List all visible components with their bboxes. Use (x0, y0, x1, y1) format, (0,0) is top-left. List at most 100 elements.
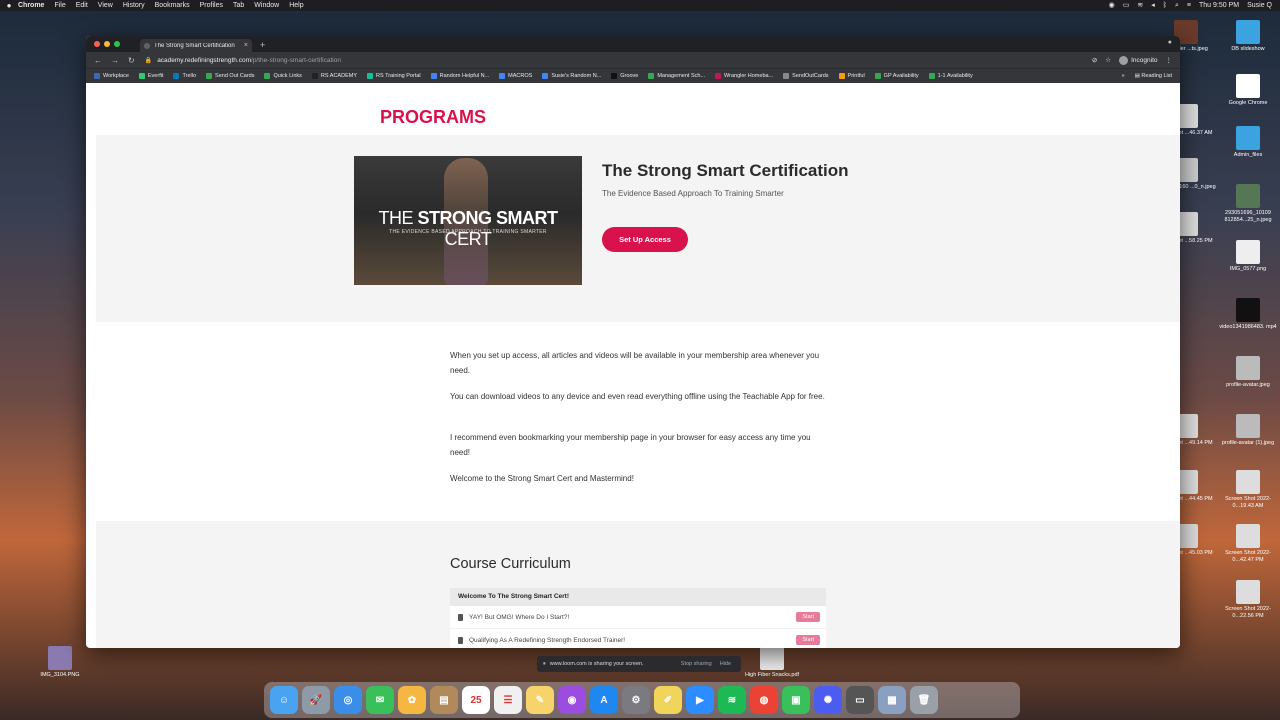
desktop-file[interactable]: IMG_3104.PNG (30, 646, 90, 679)
facetime-icon[interactable]: ▣ (782, 686, 810, 714)
new-tab-icon[interactable]: + (260, 39, 265, 52)
loom-icon[interactable]: ✺ (814, 686, 842, 714)
bookmark-item[interactable]: MACROS (499, 73, 532, 79)
desktop-file[interactable]: profile-avatar (1).jpeg (1218, 414, 1278, 447)
desktop-file[interactable]: profile-avatar.jpeg (1218, 356, 1278, 389)
bookmark-item[interactable]: Send Out Cards (206, 73, 254, 79)
calendar-icon[interactable]: 25 (462, 686, 490, 714)
messages-icon[interactable]: ✉ (366, 686, 394, 714)
desktop-file[interactable]: Screen Shot 2022-0...19.43 AM (1218, 470, 1278, 509)
stickies-icon[interactable]: ✐ (654, 686, 682, 714)
battery-icon[interactable]: ▭ (1123, 0, 1130, 11)
tab-active[interactable]: The Strong Smart Certification × (140, 39, 252, 52)
loom-status-icon[interactable]: ◉ (1109, 0, 1115, 11)
bookmark-item[interactable]: 1-1 Availability (928, 73, 973, 79)
lecture-title[interactable]: Qualifying As A Redefining Strength Endo… (469, 637, 796, 644)
desktop-file[interactable]: 293051696_10109 812854...25_n.jpeg (1218, 184, 1278, 223)
control-center-icon[interactable]: ≡ (1187, 0, 1191, 11)
menu-bookmarks[interactable]: Bookmarks (155, 0, 190, 11)
zoom-window-icon[interactable] (114, 41, 120, 47)
bookmark-item[interactable]: RS ACADEMY (311, 73, 357, 79)
launchpad-icon[interactable]: 🚀 (302, 686, 330, 714)
camera-blocked-icon[interactable]: ⊘ (1092, 56, 1097, 64)
tab-strip: The Strong Smart Certification × + ● (86, 36, 1180, 52)
lecture-item[interactable]: Qualifying As A Redefining Strength Endo… (450, 629, 826, 648)
bookmark-star-icon[interactable]: ☆ (1105, 56, 1111, 64)
chrome-icon[interactable]: ◍ (750, 686, 778, 714)
menu-app-name[interactable]: Chrome (18, 0, 44, 11)
menu-view[interactable]: View (98, 0, 113, 11)
tab-search-icon[interactable]: ● (1168, 39, 1172, 46)
menu-history[interactable]: History (123, 0, 145, 11)
reminders-icon[interactable]: ☰ (494, 686, 522, 714)
hide-button[interactable]: Hide (716, 661, 735, 667)
appstore-icon[interactable]: A (590, 686, 618, 714)
stop-sharing-button[interactable]: Stop sharing (677, 661, 716, 667)
incognito-indicator[interactable]: Incognito (1119, 55, 1158, 65)
bookmark-item[interactable]: Quick Links (264, 73, 302, 79)
bookmark-item[interactable]: Workplace (94, 73, 129, 79)
close-window-icon[interactable] (94, 41, 100, 47)
menu-tab[interactable]: Tab (233, 0, 244, 11)
desktop-file[interactable]: Screen Shot 2022-0...42.47 PM (1218, 524, 1278, 563)
menu-profiles[interactable]: Profiles (200, 0, 223, 11)
wifi-icon[interactable]: ≋ (1137, 0, 1143, 11)
contacts-icon[interactable]: ▤ (430, 686, 458, 714)
more-bookmarks-icon[interactable]: » (1122, 73, 1125, 79)
bookmark-item[interactable]: Groove (611, 73, 638, 79)
search-icon[interactable]: ⌕ (1175, 0, 1179, 11)
bookmark-item[interactable]: Random Helpful N... (430, 73, 489, 79)
bookmark-item[interactable]: Wrangler Homeba... (715, 73, 773, 79)
tab-close-icon[interactable]: × (244, 42, 248, 49)
apple-icon[interactable]: ● (0, 0, 18, 11)
safari-icon[interactable]: ◎ (334, 686, 362, 714)
desktop-file[interactable]: DB slideshow (1218, 20, 1278, 53)
printer-icon[interactable]: ▭ (846, 686, 874, 714)
trash-icon[interactable]: 🗑 (910, 686, 938, 714)
set-up-access-button[interactable]: Set Up Access (602, 227, 688, 252)
bookmark-item[interactable]: GP Availability (874, 73, 919, 79)
back-icon[interactable]: ← (94, 56, 102, 65)
settings-icon[interactable]: ⚙ (622, 686, 650, 714)
desktop-file[interactable]: IMG_0577.png (1218, 240, 1278, 273)
notes-icon[interactable]: ✎ (526, 686, 554, 714)
start-lecture-button[interactable]: Start (796, 635, 820, 645)
forward-icon[interactable]: → (111, 56, 119, 65)
menu-clock[interactable]: Thu 9:50 PM (1199, 0, 1239, 11)
bookmark-item[interactable]: Everfit (138, 73, 163, 79)
browser-menu-icon[interactable]: ⋮ (1166, 56, 1173, 64)
photos-icon[interactable]: ✿ (398, 686, 426, 714)
menu-help[interactable]: Help (289, 0, 303, 11)
reading-list-button[interactable]: ▤ Reading List (1135, 73, 1172, 79)
bookmark-item[interactable]: Management Sch... (648, 73, 705, 79)
menu-file[interactable]: File (54, 0, 65, 11)
bookmark-item[interactable]: Trello (173, 73, 196, 79)
bookmark-item[interactable]: RS Training Portal (367, 73, 421, 79)
volume-icon[interactable]: ◂ (1151, 0, 1155, 11)
preview-icon[interactable]: ▦ (878, 686, 906, 714)
desktop-file[interactable]: video1341986483. mp4 (1218, 298, 1278, 331)
desktop-file[interactable]: Google Chrome (1218, 74, 1278, 107)
menu-user[interactable]: Susie Q (1247, 0, 1272, 11)
site-logo[interactable]: PROGRAMS (380, 107, 486, 128)
podcasts-icon[interactable]: ◉ (558, 686, 586, 714)
desktop-file[interactable]: Screen Shot 2022-0...22.56 PM (1218, 580, 1278, 619)
spotify-icon[interactable]: ≋ (718, 686, 746, 714)
desktop-file[interactable]: High Fiber Snacks.pdf (742, 646, 802, 679)
menu-edit[interactable]: Edit (76, 0, 88, 11)
bookmark-item[interactable]: Printful (838, 73, 865, 79)
reload-icon[interactable]: ↻ (128, 56, 135, 65)
lecture-title[interactable]: YAY! But OMG! Where Do I Start?! (469, 614, 796, 621)
address-bar[interactable]: 🔒 academy.redefiningstrength.com/p/the-s… (145, 54, 1084, 66)
lock-icon[interactable]: 🔒 (145, 57, 152, 64)
bookmark-item[interactable]: Susie's Random N... (542, 73, 601, 79)
desktop-file[interactable]: Admin_files (1218, 126, 1278, 159)
minimize-window-icon[interactable] (104, 41, 110, 47)
start-lecture-button[interactable]: Start (796, 612, 820, 622)
bookmark-item[interactable]: SendOutCards (783, 73, 829, 79)
menu-window[interactable]: Window (254, 0, 279, 11)
zoom-icon[interactable]: ▶ (686, 686, 714, 714)
finder-icon[interactable]: ☺ (270, 686, 298, 714)
lecture-item[interactable]: YAY! But OMG! Where Do I Start?! Start (450, 606, 826, 629)
bluetooth-icon[interactable]: ᛒ (1163, 0, 1167, 11)
